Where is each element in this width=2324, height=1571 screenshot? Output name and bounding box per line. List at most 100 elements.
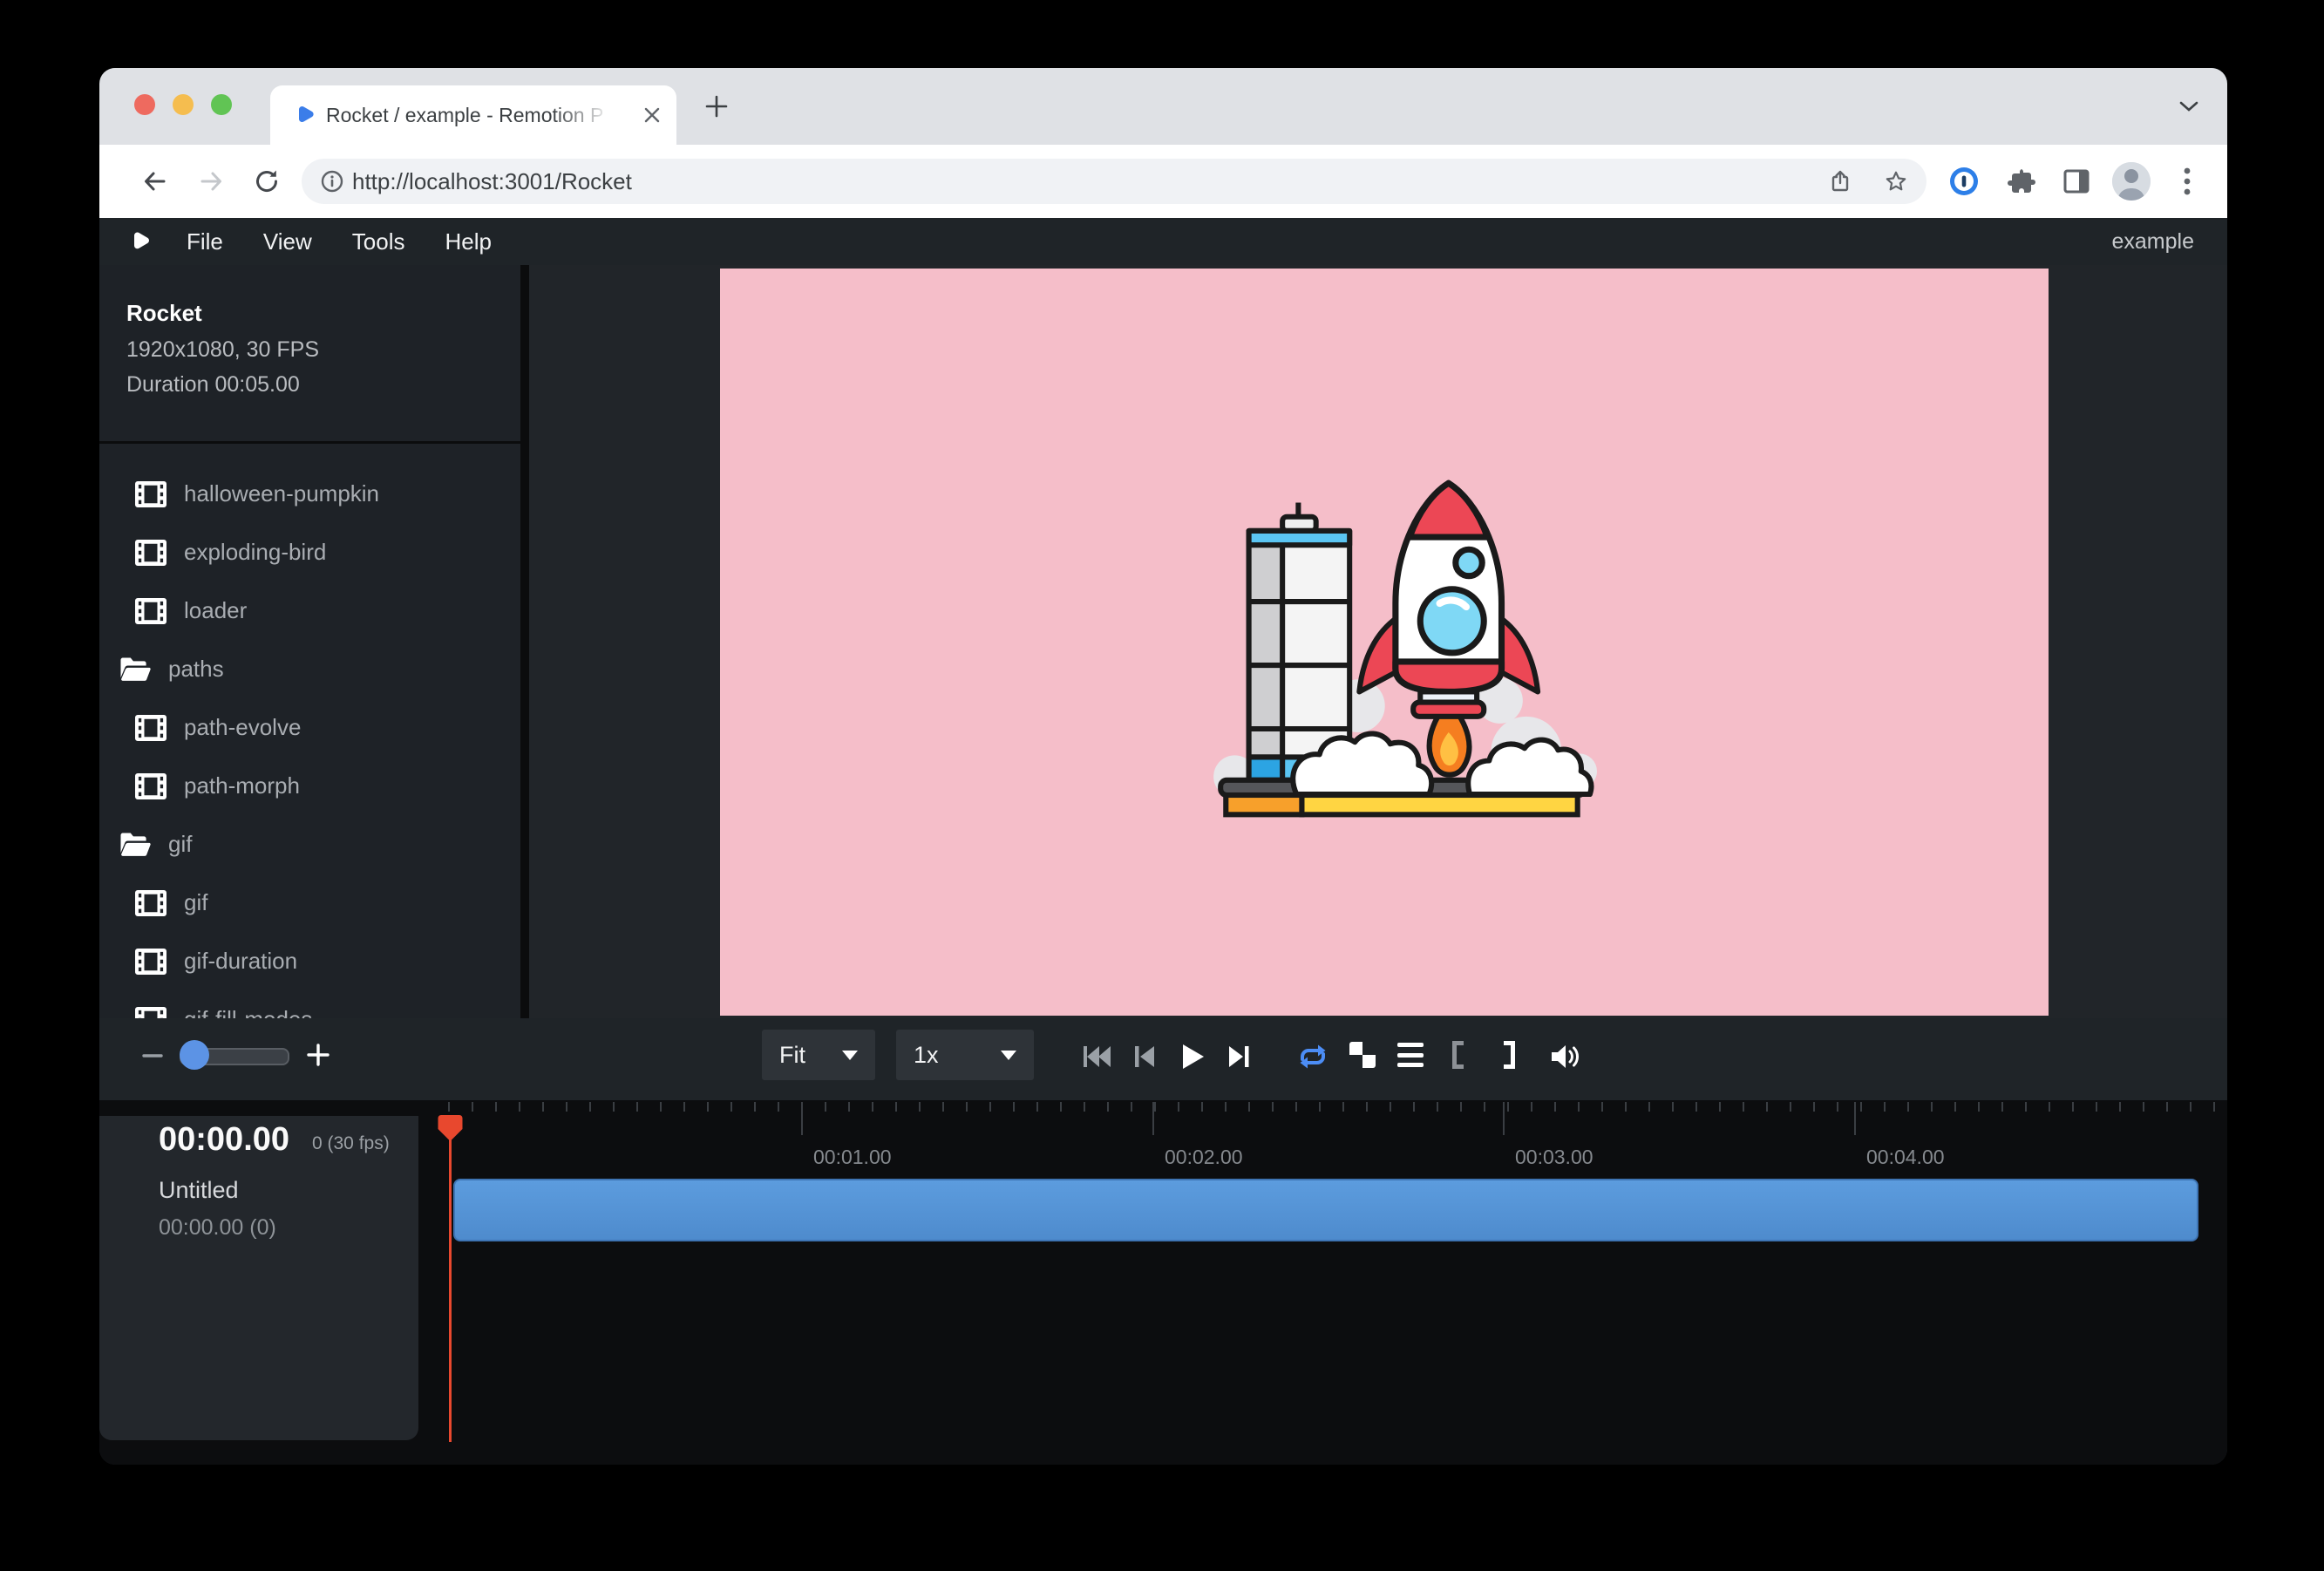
folder-item-paths[interactable]: paths [99, 640, 520, 698]
folder-item-gif[interactable]: gif [99, 815, 520, 874]
track-name[interactable]: Untitled [159, 1177, 239, 1204]
menubar-items: File View Tools Help [187, 218, 492, 265]
menu-item-file[interactable]: File [187, 228, 223, 255]
composition-resolution: 1920x1080, 30 FPS [126, 337, 319, 363]
ruler-second-tick [1503, 1102, 1505, 1135]
composition-name: Rocket [126, 300, 319, 327]
item-label: loader [184, 597, 247, 624]
composition-item-loader[interactable]: loader [99, 581, 520, 640]
playhead-line[interactable] [449, 1118, 452, 1442]
current-time: 00:00.00 [159, 1121, 289, 1159]
volume-icon[interactable] [1548, 1040, 1581, 1073]
film-icon [135, 714, 168, 742]
one-password-icon[interactable] [1948, 166, 1980, 197]
next-frame-icon[interactable] [1222, 1040, 1255, 1073]
film-icon [135, 480, 168, 508]
screenshot-stage: Rocket / example - Remotion P [0, 0, 2324, 1571]
new-tab-icon[interactable] [704, 94, 729, 119]
share-icon[interactable] [1829, 170, 1852, 193]
window-close-button[interactable] [134, 94, 155, 115]
out-point-icon[interactable] [1504, 1041, 1515, 1069]
ruler-label: 00:01.00 [813, 1146, 892, 1169]
ruler-label: 00:04.00 [1866, 1146, 1945, 1169]
film-icon [135, 889, 168, 917]
folder-open-icon [119, 656, 153, 683]
zoom-out-icon[interactable] [139, 1043, 166, 1069]
menu-kebab-icon[interactable] [2171, 164, 2203, 195]
menu-item-view[interactable]: View [263, 228, 312, 255]
item-label: path-morph [184, 772, 300, 799]
info-icon[interactable] [321, 170, 343, 193]
item-label: gif-duration [184, 948, 297, 975]
timeline-area[interactable]: 00:01.00 00:02.00 00:03.00 00:04.00 00:00.0… [99, 1100, 2227, 1465]
url-text[interactable]: http://localhost:3001/Rocket [352, 159, 632, 204]
item-label: halloween-pumpkin [184, 480, 379, 507]
track-time-range: 00:00.00 (0) [159, 1215, 276, 1241]
playback-speed-value: 1x [914, 1042, 939, 1069]
ruler-label: 00:02.00 [1165, 1146, 1243, 1169]
timeline-track-bar[interactable] [453, 1179, 2198, 1241]
composition-item-path-evolve[interactable]: path-evolve [99, 698, 520, 757]
browser-tab-strip: Rocket / example - Remotion P [99, 68, 2227, 145]
forward-icon[interactable] [197, 167, 225, 195]
window-zoom-button[interactable] [211, 94, 232, 115]
composition-list: halloween-pumpkin exploding-bird loader … [99, 465, 520, 1018]
close-tab-icon[interactable] [642, 105, 663, 126]
remotion-favicon-icon [293, 104, 316, 126]
browser-tab-active[interactable]: Rocket / example - Remotion P [270, 85, 676, 145]
playhead-marker[interactable] [438, 1114, 463, 1142]
film-icon [135, 539, 168, 567]
back-icon[interactable] [141, 167, 169, 195]
loop-icon[interactable] [1296, 1040, 1329, 1073]
reload-icon[interactable] [253, 167, 281, 195]
bookmark-star-icon[interactable] [1885, 170, 1907, 193]
chevron-down-icon [842, 1051, 858, 1060]
play-icon[interactable] [1175, 1040, 1208, 1073]
browser-toolbar: http://localhost:3001/Rocket [99, 145, 2227, 218]
sidebar-preview-divider[interactable] [520, 265, 529, 1018]
composition-item-gif-duration[interactable]: gif-duration [99, 932, 520, 990]
zoom-in-icon[interactable] [305, 1042, 331, 1068]
item-label: gif [184, 889, 207, 916]
window-minimize-button[interactable] [173, 94, 194, 115]
composition-item-gif[interactable]: gif [99, 874, 520, 932]
composition-item-path-morph[interactable]: path-morph [99, 757, 520, 815]
remotion-logo-icon[interactable] [127, 229, 152, 254]
tab-search-chevron-icon[interactable] [2178, 98, 2200, 115]
canvas-size-select[interactable]: Fit [762, 1030, 875, 1080]
menu-item-help[interactable]: Help [445, 228, 492, 255]
extensions-puzzle-icon[interactable] [2005, 166, 2036, 197]
item-label: paths [168, 656, 224, 683]
film-icon [135, 597, 168, 625]
menu-item-tools[interactable]: Tools [352, 228, 405, 255]
compositions-sidebar: Rocket 1920x1080, 30 FPS Duration 00:05.… [99, 265, 520, 1018]
item-label: gif-fill-modes [184, 1006, 312, 1018]
in-point-icon[interactable] [1452, 1041, 1464, 1069]
profile-avatar[interactable] [2112, 162, 2151, 201]
playback-speed-select[interactable]: 1x [896, 1030, 1034, 1080]
current-frame-info: 0 (30 fps) [312, 1133, 390, 1154]
composition-info: Rocket 1920x1080, 30 FPS Duration 00:05.… [126, 300, 319, 407]
timeline-zoom-slider-thumb[interactable] [180, 1040, 209, 1070]
film-icon [135, 1006, 168, 1019]
composition-duration: Duration 00:05.00 [126, 372, 319, 398]
tab-title-fade [553, 85, 622, 145]
transparency-checkerboard-icon[interactable] [1349, 1042, 1376, 1068]
film-icon [135, 772, 168, 800]
composition-item-gif-fill-modes[interactable]: gif-fill-modes [99, 990, 520, 1018]
timeline-rows-icon[interactable] [1397, 1043, 1424, 1067]
canvas-size-value: Fit [779, 1042, 805, 1069]
folder-open-icon [119, 831, 153, 859]
side-panel-icon[interactable] [2061, 166, 2092, 197]
item-label: path-evolve [184, 714, 301, 741]
url-bar[interactable]: http://localhost:3001/Rocket [302, 159, 1926, 204]
ruler-label: 00:03.00 [1515, 1146, 1594, 1169]
composition-item-halloween-pumpkin[interactable]: halloween-pumpkin [99, 465, 520, 523]
composition-item-exploding-bird[interactable]: exploding-bird [99, 523, 520, 581]
previous-frame-icon[interactable] [1128, 1040, 1161, 1073]
item-label: exploding-bird [184, 539, 326, 566]
film-icon [135, 948, 168, 976]
menubar-project-label: example [2112, 218, 2195, 265]
skip-to-start-icon[interactable] [1080, 1040, 1113, 1073]
browser-window: Rocket / example - Remotion P [99, 68, 2227, 1465]
